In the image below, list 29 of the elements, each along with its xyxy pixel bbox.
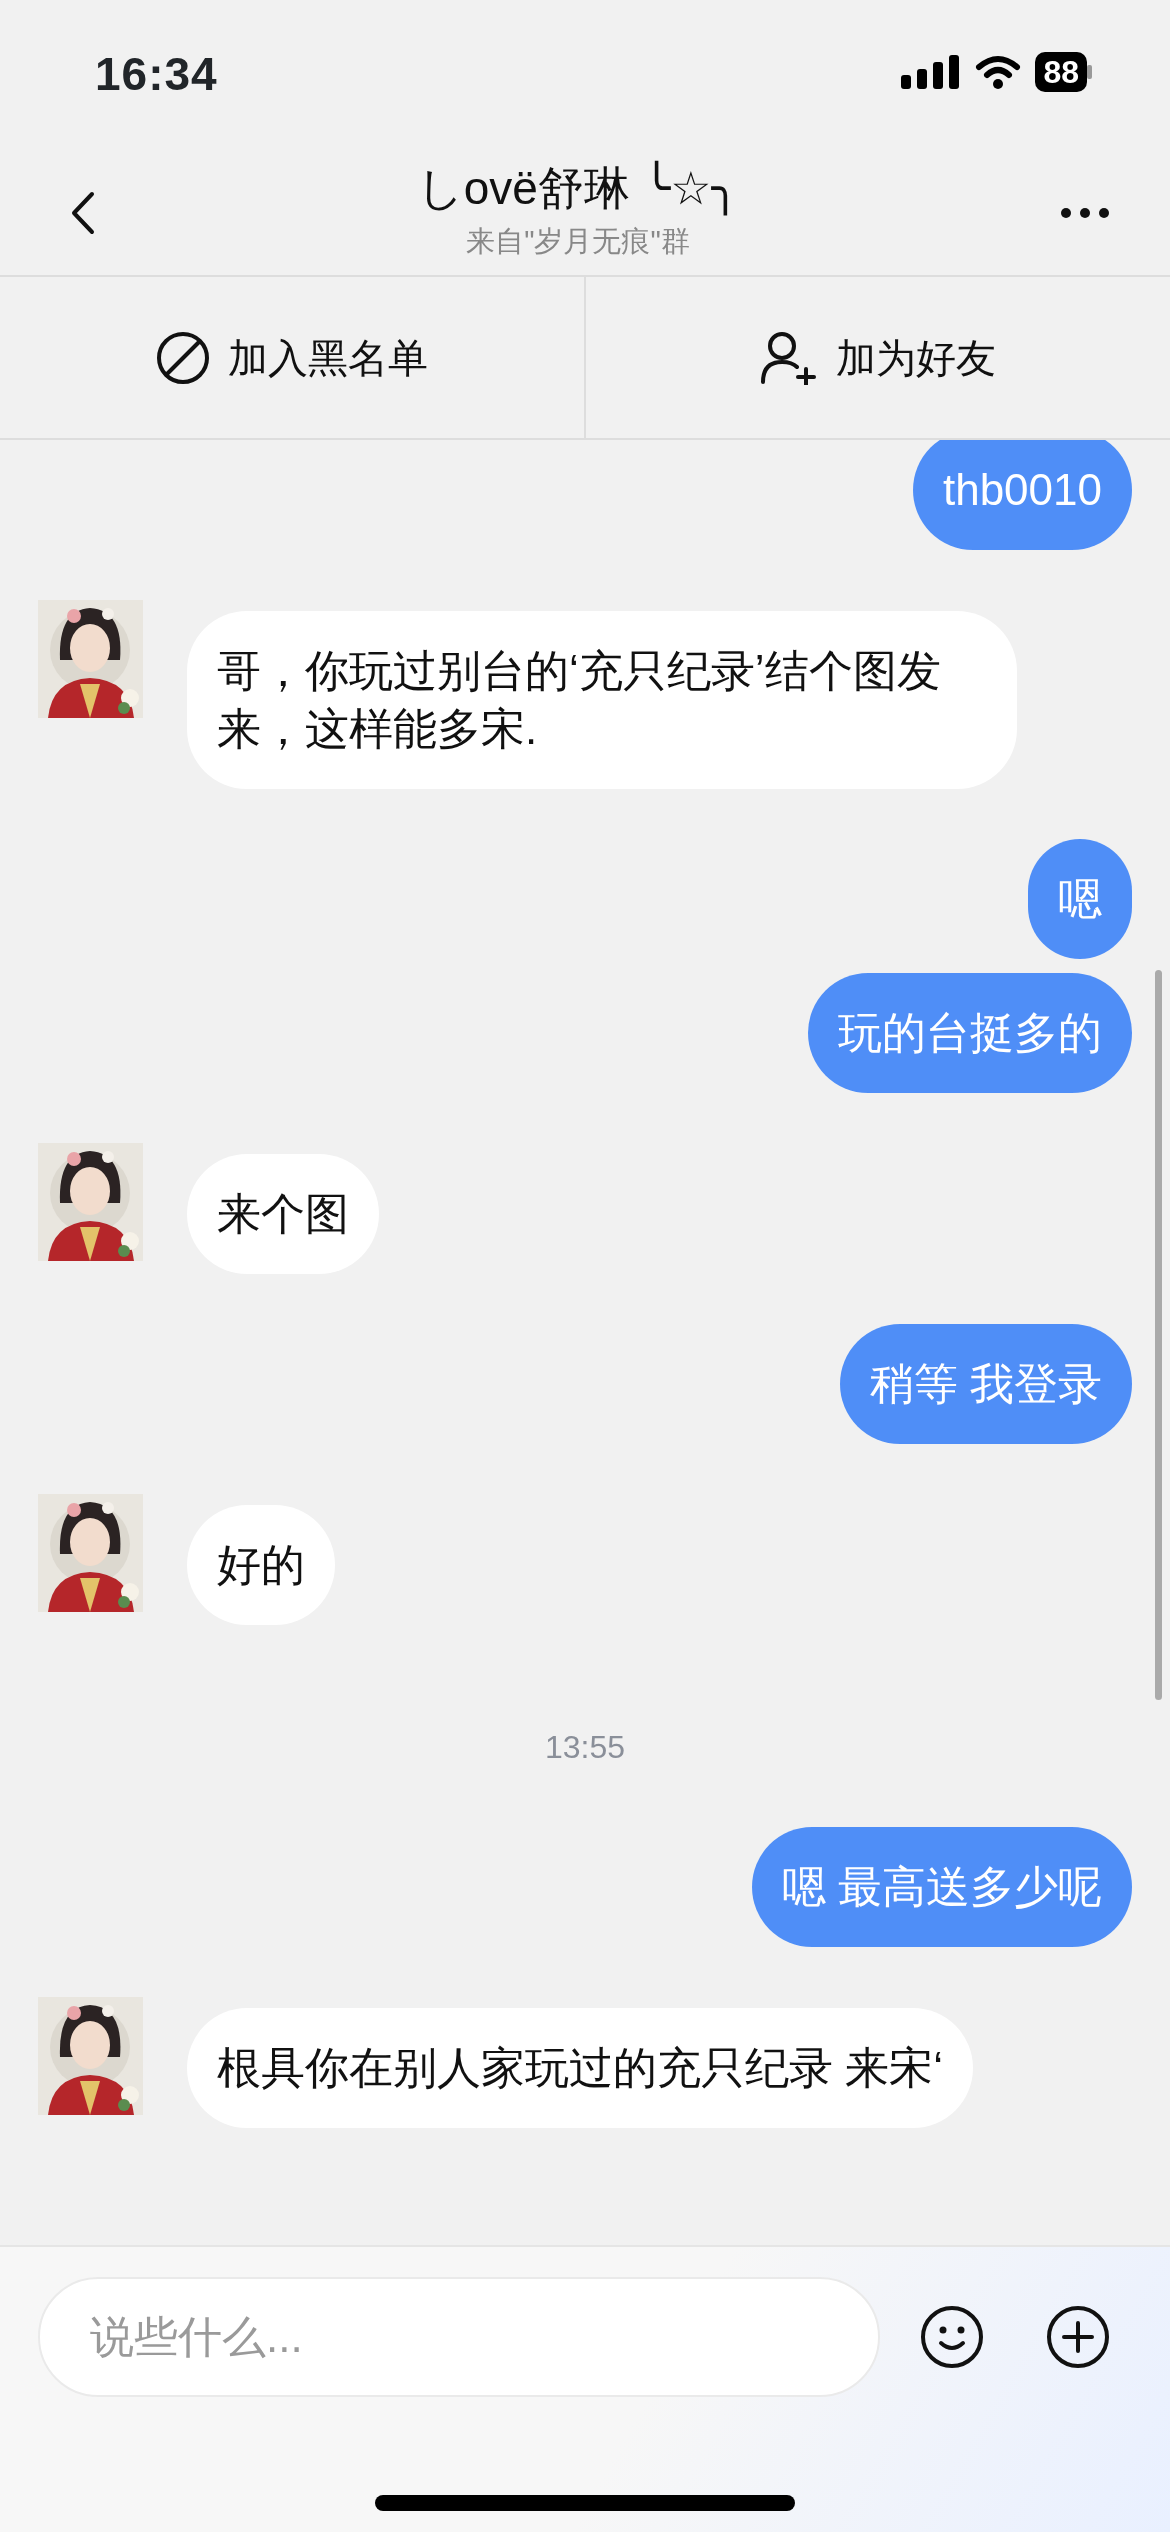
message-bubble: 根具你在别人家玩过的充只纪录 来宋‘ [187, 2008, 973, 2128]
message-bubble: 哥，你玩过别台的‘充只纪录’结个图发来，这样能多宋. [187, 611, 1017, 789]
chat-subtitle: 来自"岁月无痕"群 [465, 224, 691, 260]
block-button[interactable]: 加入黑名单 [0, 277, 584, 438]
signal-icon [901, 55, 962, 89]
timestamp: 13:55 [543, 1728, 627, 1767]
status-time: 16:34 [95, 47, 218, 102]
message-bubble: 稍等 我登录 [839, 1324, 1132, 1444]
battery-tip-icon [1087, 65, 1092, 79]
more-icon [1060, 207, 1110, 220]
emoji-button[interactable] [920, 2305, 984, 2369]
message-bubble: 好的 [187, 1505, 335, 1625]
message-bubble: 玩的台挺多的 [808, 973, 1132, 1093]
battery-level: 88 [1035, 52, 1087, 92]
back-button[interactable] [70, 190, 96, 235]
message-bubble: 嗯 [1028, 839, 1132, 959]
message-bubble: 嗯 最高送多少呢 [751, 1827, 1132, 1947]
chat-title: しovë舒琳 ╰☆╮ [415, 161, 741, 217]
add-person-icon [760, 330, 818, 385]
message-bubble: thb0010 [912, 440, 1132, 550]
wifi-icon [975, 55, 1022, 89]
add-button[interactable] [1046, 2305, 1110, 2369]
message-bubble: 来个图 [187, 1154, 379, 1274]
plus-icon [1046, 2305, 1110, 2369]
block-icon [156, 330, 210, 385]
add-friend-button[interactable]: 加为好友 [584, 277, 1170, 438]
back-icon [70, 190, 96, 235]
smiley-icon [920, 2305, 984, 2369]
message-input[interactable]: 说些什么... [38, 2277, 880, 2397]
